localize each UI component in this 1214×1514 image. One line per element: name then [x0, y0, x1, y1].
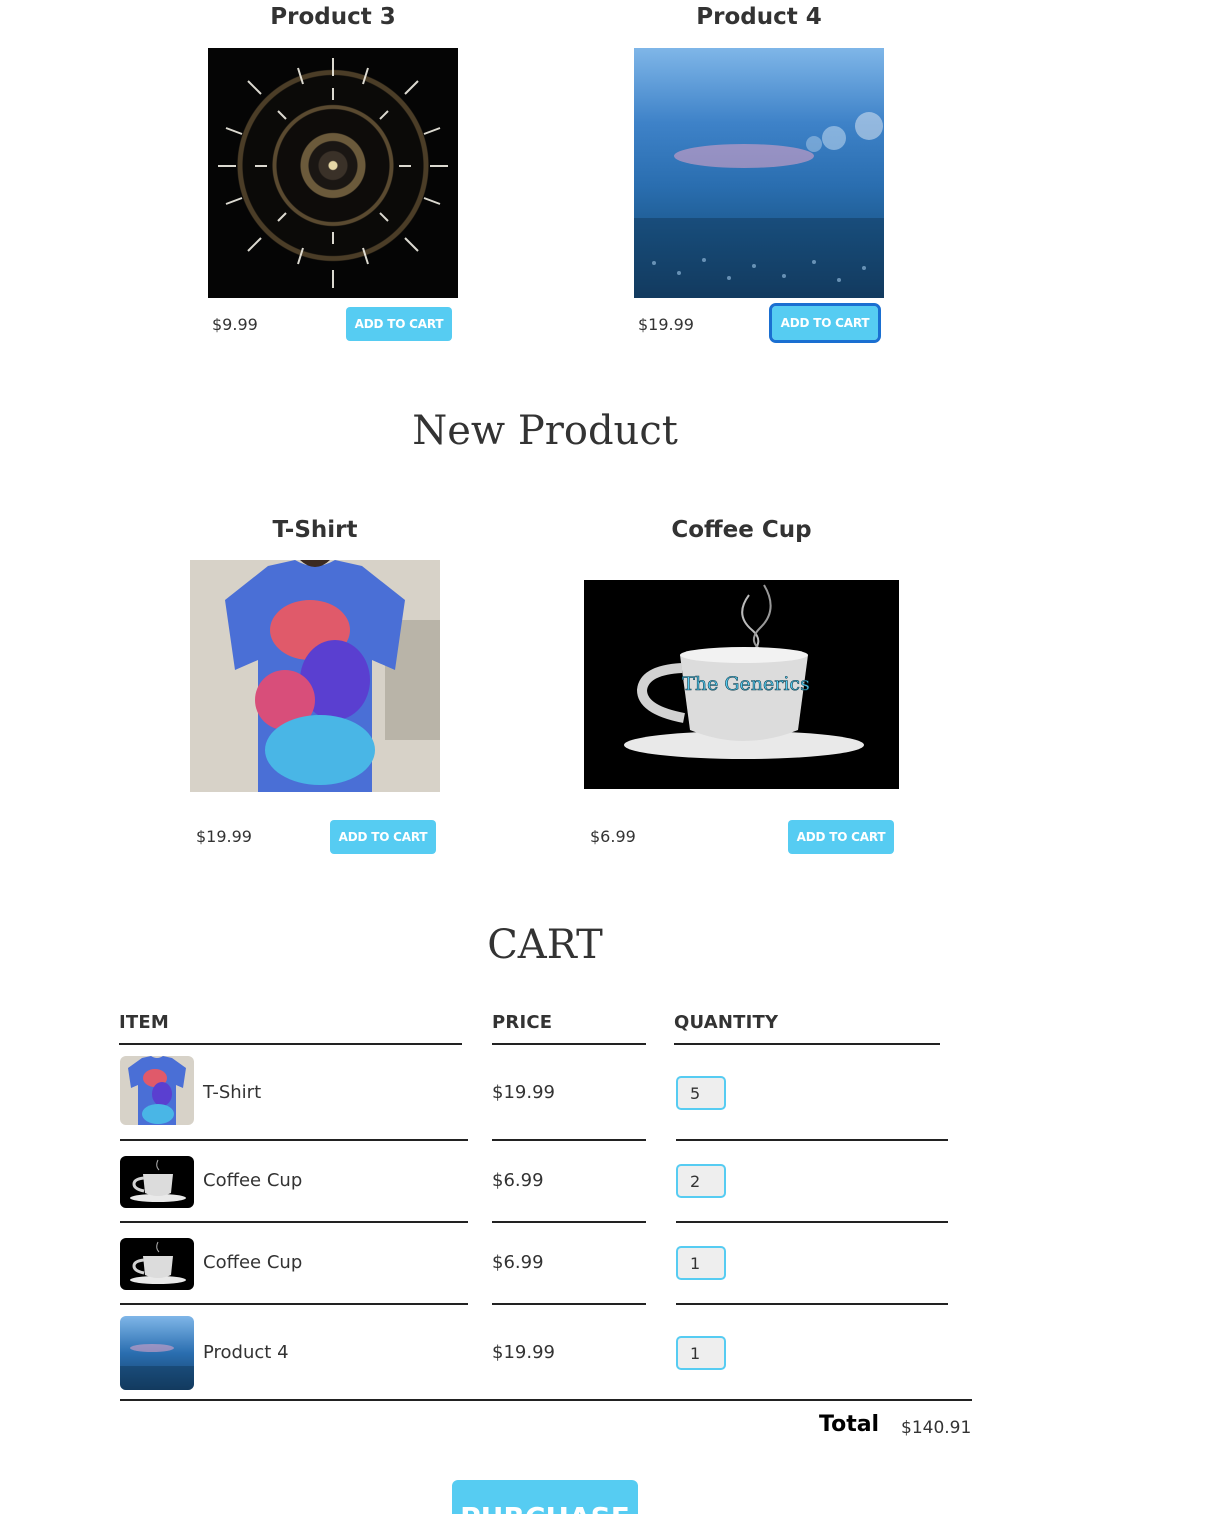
product-image	[190, 560, 440, 792]
header-divider	[119, 1043, 462, 1045]
cart-item-name: Product 4	[203, 1342, 289, 1363]
coffee-cup-thumbnail-icon	[130, 1241, 186, 1284]
row-divider	[676, 1303, 948, 1305]
product-4-thumbnail-icon	[120, 1316, 194, 1390]
product-title: Product 3	[270, 4, 396, 30]
t-shirt-thumbnail-icon	[120, 1056, 194, 1125]
cart-total-value: $140.91	[901, 1418, 972, 1438]
product-price: $19.99	[196, 827, 252, 846]
cart-item-thumbnail	[120, 1316, 194, 1390]
add-to-cart-button[interactable]: ADD TO CART	[346, 307, 452, 341]
section-heading-new-product: New Product	[412, 408, 678, 454]
column-header-quantity: QUANTITY	[674, 1012, 779, 1033]
quantity-input[interactable]	[676, 1336, 726, 1370]
cart-item-name: Coffee Cup	[203, 1252, 303, 1273]
coffee-cup-logo-text: The Generics	[682, 673, 810, 695]
cart-item-price: $19.99	[492, 1082, 555, 1103]
tunnel-image-icon	[218, 58, 448, 288]
product-image: The Generics	[584, 580, 899, 789]
cart-item-price: $19.99	[492, 1342, 555, 1363]
row-divider	[676, 1139, 948, 1141]
add-to-cart-button[interactable]: ADD TO CART	[330, 820, 436, 854]
cart-item-price: $6.99	[492, 1170, 544, 1191]
product-title: T-Shirt	[272, 517, 358, 543]
column-header-item: ITEM	[119, 1012, 169, 1033]
section-heading-cart: CART	[487, 922, 603, 968]
row-divider	[492, 1221, 646, 1223]
purchase-button[interactable]: PURCHASE	[452, 1480, 638, 1514]
cart-total-label: Total	[819, 1412, 880, 1437]
cart-item-name: Coffee Cup	[203, 1170, 303, 1191]
product-image	[208, 48, 458, 298]
cart-item-thumbnail	[120, 1238, 194, 1290]
product-price: $9.99	[212, 315, 258, 334]
product-price: $19.99	[638, 315, 694, 334]
column-header-price: PRICE	[492, 1012, 553, 1033]
cart-item-price: $6.99	[492, 1252, 544, 1273]
coffee-cup-image-icon: The Generics	[624, 584, 864, 759]
blue-bokeh-image-icon	[634, 112, 884, 298]
product-price: $6.99	[590, 827, 636, 846]
coffee-cup-thumbnail-icon	[130, 1159, 186, 1202]
row-divider	[492, 1303, 646, 1305]
cart-total-divider	[120, 1399, 972, 1401]
header-divider	[674, 1043, 940, 1045]
row-divider	[120, 1303, 468, 1305]
cart-item-thumbnail	[120, 1056, 194, 1125]
quantity-input[interactable]	[676, 1164, 726, 1198]
product-title: Product 4	[696, 4, 822, 30]
product-title: Coffee Cup	[671, 517, 812, 543]
quantity-input[interactable]	[676, 1076, 726, 1110]
cart-item-name: T-Shirt	[203, 1082, 262, 1103]
row-divider	[492, 1139, 646, 1141]
product-image	[634, 48, 884, 298]
t-shirt-image-icon	[190, 560, 440, 792]
row-divider	[120, 1221, 468, 1223]
add-to-cart-button[interactable]: ADD TO CART	[788, 820, 894, 854]
add-to-cart-button[interactable]: ADD TO CART	[769, 303, 881, 343]
row-divider	[676, 1221, 948, 1223]
quantity-input[interactable]	[676, 1246, 726, 1280]
row-divider	[120, 1139, 468, 1141]
cart-item-thumbnail	[120, 1156, 194, 1208]
header-divider	[492, 1043, 646, 1045]
